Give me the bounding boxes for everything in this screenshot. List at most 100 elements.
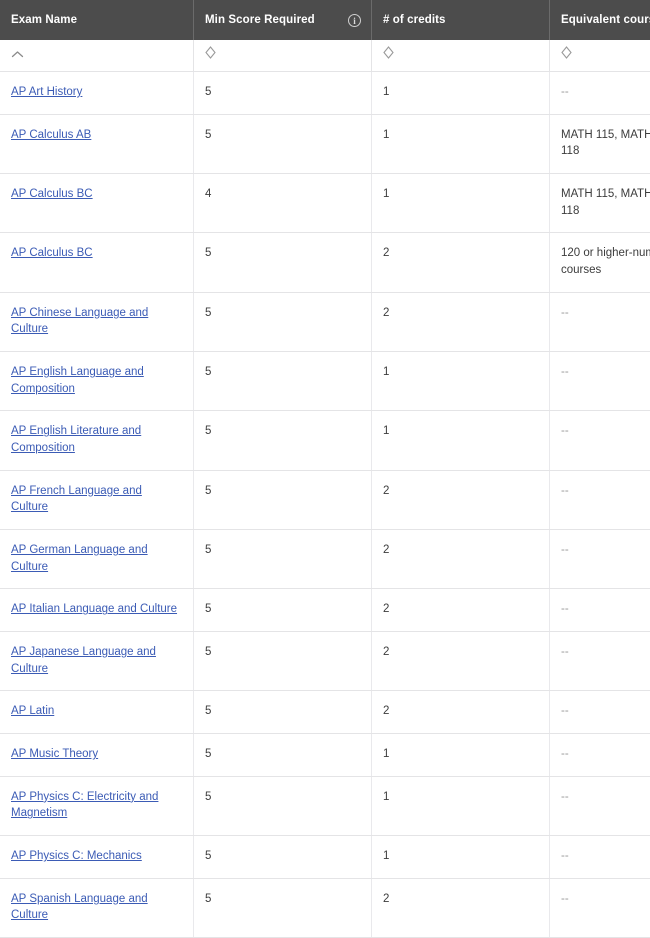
exam-name-link[interactable]: AP Calculus BC	[11, 188, 93, 200]
caret-up-icon[interactable]	[11, 47, 24, 63]
info-icon[interactable]: i	[348, 14, 361, 27]
exam-name-link[interactable]: AP Spanish Language and Culture	[11, 893, 148, 922]
cell-num-credits: 1	[372, 411, 550, 470]
exam-name-link[interactable]: AP Italian Language and Culture	[11, 603, 177, 615]
equivalent-course-value: MATH 115, MATH 116, or MATH 118	[561, 188, 650, 217]
cell-equivalent-course: --	[550, 530, 650, 589]
diamond-icon[interactable]	[205, 46, 216, 59]
cell-equivalent-course: --	[550, 292, 650, 351]
cell-num-credits: 1	[372, 776, 550, 835]
sort-control-min-score[interactable]	[194, 40, 372, 72]
exam-name-link[interactable]: AP Art History	[11, 86, 82, 98]
equivalent-course-value: MATH 115, MATH 116, or MATH 118	[561, 129, 650, 158]
diamond-icon[interactable]	[561, 46, 572, 59]
equivalent-course-value: --	[561, 307, 569, 319]
exam-name-link[interactable]: AP Calculus AB	[11, 129, 91, 141]
cell-num-credits: 2	[372, 589, 550, 632]
cell-exam-name: AP Chinese Language and Culture	[0, 292, 194, 351]
table-row: AP Japanese Language and Culture52--	[0, 632, 650, 691]
exam-name-link[interactable]: AP Calculus BC	[11, 247, 93, 259]
cell-exam-name: AP English Literature and Composition	[0, 411, 194, 470]
cell-min-score: 5	[194, 352, 372, 411]
column-header-num-credits-label: # of credits	[383, 14, 446, 26]
cell-min-score: 4	[194, 174, 372, 233]
cell-exam-name: AP Physics C: Mechanics	[0, 836, 194, 879]
cell-min-score: 5	[194, 530, 372, 589]
cell-equivalent-course: --	[550, 734, 650, 777]
equivalent-course-value: --	[561, 425, 569, 437]
cell-exam-name: AP Physics C: Electricity and Magnetism	[0, 776, 194, 835]
exam-name-link[interactable]: AP German Language and Culture	[11, 544, 148, 573]
exam-name-link[interactable]: AP Music Theory	[11, 748, 98, 760]
cell-num-credits: 1	[372, 734, 550, 777]
table-row: AP Calculus BC41MATH 115, MATH 116, or M…	[0, 174, 650, 233]
equivalent-course-value: --	[561, 791, 569, 803]
sort-control-num-credits[interactable]	[372, 40, 550, 72]
equivalent-course-value: --	[561, 748, 569, 760]
ap-credit-table: Exam Name Min Score Required i # of cred…	[0, 0, 650, 938]
equivalent-course-value: --	[561, 850, 569, 862]
table-row: AP French Language and Culture52--	[0, 470, 650, 529]
table-row: AP Latin52--	[0, 691, 650, 734]
exam-name-link[interactable]: AP Latin	[11, 705, 54, 717]
cell-num-credits: 2	[372, 632, 550, 691]
equivalent-course-value: --	[561, 86, 569, 98]
cell-equivalent-course: --	[550, 411, 650, 470]
cell-num-credits: 1	[372, 836, 550, 879]
exam-name-link[interactable]: AP English Literature and Composition	[11, 425, 141, 454]
table-body: AP Art History51--AP Calculus AB51MATH 1…	[0, 72, 650, 938]
cell-num-credits: 1	[372, 114, 550, 173]
exam-name-link[interactable]: AP French Language and Culture	[11, 485, 142, 514]
cell-min-score: 5	[194, 72, 372, 115]
table-row: AP Physics C: Electricity and Magnetism5…	[0, 776, 650, 835]
table-row: AP Physics C: Mechanics 51 --	[0, 836, 650, 879]
cell-exam-name: AP Latin	[0, 691, 194, 734]
equivalent-course-value: --	[561, 485, 569, 497]
equivalent-course-value: --	[561, 366, 569, 378]
column-header-equivalent-course-label: Equivalent course	[561, 14, 650, 26]
cell-equivalent-course: --	[550, 776, 650, 835]
sort-controls-row	[0, 40, 650, 72]
diamond-icon[interactable]	[383, 46, 394, 59]
cell-min-score: 5	[194, 734, 372, 777]
cell-equivalent-course: --	[550, 72, 650, 115]
cell-exam-name: AP Calculus BC	[0, 174, 194, 233]
cell-exam-name: AP Music Theory	[0, 734, 194, 777]
cell-equivalent-course: --	[550, 352, 650, 411]
exam-name-link[interactable]: AP Physics C: Mechanics	[11, 850, 142, 862]
cell-num-credits: 2	[372, 530, 550, 589]
exam-name-link[interactable]: AP Japanese Language and Culture	[11, 646, 156, 675]
cell-exam-name: AP Calculus AB	[0, 114, 194, 173]
cell-min-score: 5	[194, 411, 372, 470]
exam-name-link[interactable]: AP English Language and Composition	[11, 366, 144, 395]
table-row: AP Music Theory 51 --	[0, 734, 650, 777]
exam-name-link[interactable]: AP Chinese Language and Culture	[11, 307, 148, 336]
equivalent-course-value: 120 or higher-numbered courses	[561, 247, 650, 276]
cell-num-credits: 2	[372, 233, 550, 292]
exam-name-link[interactable]: AP Physics C: Electricity and Magnetism	[11, 791, 158, 820]
cell-equivalent-course: MATH 115, MATH 116, or MATH 118	[550, 174, 650, 233]
column-header-num-credits[interactable]: # of credits	[372, 0, 550, 40]
cell-exam-name: AP French Language and Culture	[0, 470, 194, 529]
cell-equivalent-course: --	[550, 691, 650, 734]
table-header: Exam Name Min Score Required i # of cred…	[0, 0, 650, 72]
cell-equivalent-course: MATH 115, MATH 116, or MATH 118	[550, 114, 650, 173]
sort-control-equivalent-course[interactable]	[550, 40, 650, 72]
cell-min-score: 5	[194, 836, 372, 879]
cell-min-score: 5	[194, 292, 372, 351]
sort-control-exam-name[interactable]	[0, 40, 194, 72]
table-row: AP German Language and Culture 52--	[0, 530, 650, 589]
cell-min-score: 5	[194, 470, 372, 529]
column-header-equivalent-course[interactable]: Equivalent course	[550, 0, 650, 40]
table-row: AP Chinese Language and Culture52--	[0, 292, 650, 351]
column-header-min-score[interactable]: Min Score Required i	[194, 0, 372, 40]
cell-exam-name: AP Art History	[0, 72, 194, 115]
column-header-exam-name[interactable]: Exam Name	[0, 0, 194, 40]
table-row: AP Spanish Language and Culture52--	[0, 878, 650, 937]
cell-num-credits: 1	[372, 352, 550, 411]
cell-num-credits: 2	[372, 691, 550, 734]
cell-exam-name: AP German Language and Culture	[0, 530, 194, 589]
cell-exam-name: AP English Language and Composition	[0, 352, 194, 411]
table-row: AP Calculus BC52120 or higher-numbered c…	[0, 233, 650, 292]
equivalent-course-value: --	[561, 705, 569, 717]
